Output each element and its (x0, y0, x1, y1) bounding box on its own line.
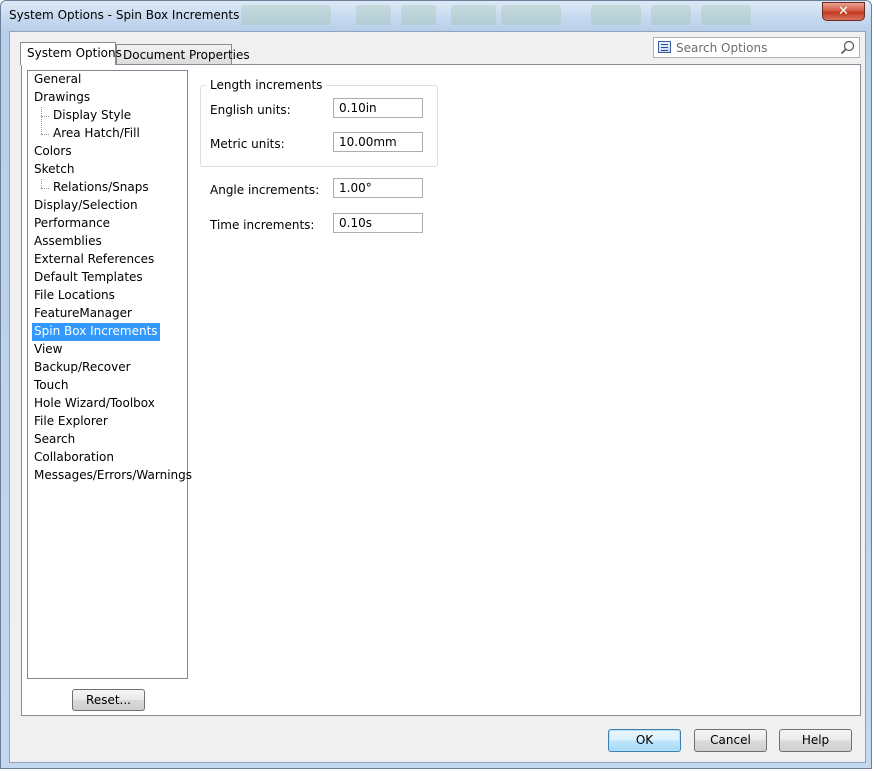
tree-item-drawings[interactable]: Drawings (32, 89, 92, 107)
tree-item-file-locations[interactable]: File Locations (32, 287, 117, 305)
search-options-box[interactable]: Search Options (653, 37, 860, 58)
reset-button[interactable]: Reset... (72, 689, 145, 711)
close-icon: ✕ (838, 4, 849, 19)
background-ghost (356, 5, 391, 25)
cancel-button[interactable]: Cancel (694, 729, 767, 752)
english-units-input[interactable] (333, 98, 423, 118)
background-ghost (701, 5, 751, 25)
background-ghost (501, 5, 561, 25)
tree-item-display-style[interactable]: Display Style (51, 107, 133, 125)
system-options-panel: General Drawings Display Style Area Hatc… (21, 64, 861, 716)
tree-item-backup-recover[interactable]: Backup/Recover (32, 359, 133, 377)
title-bar[interactable]: System Options - Spin Box Increments ✕ (1, 1, 871, 31)
metric-units-input[interactable] (333, 132, 423, 152)
background-ghost (451, 5, 496, 25)
search-input[interactable]: Search Options (676, 41, 767, 55)
window-title: System Options - Spin Box Increments (9, 8, 240, 22)
background-ghost (591, 5, 641, 25)
tab-system-options[interactable]: System Options (20, 42, 122, 65)
tree-item-search[interactable]: Search (32, 431, 77, 449)
tree-item-external-references[interactable]: External References (32, 251, 156, 269)
tree-item-hole-wizard-toolbox[interactable]: Hole Wizard/Toolbox (32, 395, 157, 413)
tree-item-file-explorer[interactable]: File Explorer (32, 413, 110, 431)
help-button[interactable]: Help (779, 729, 852, 752)
angle-increments-label: Angle increments: (210, 183, 320, 197)
background-ghost (651, 5, 691, 25)
tree-item-assemblies[interactable]: Assemblies (32, 233, 104, 251)
metric-units-label: Metric units: (210, 137, 285, 151)
tree-connector (41, 107, 42, 134)
tree-item-sketch[interactable]: Sketch (32, 161, 76, 179)
background-ghost (401, 5, 436, 25)
time-increments-label: Time increments: (210, 218, 315, 232)
tree-item-messages-errors-warnings[interactable]: Messages/Errors/Warnings (32, 467, 194, 485)
dialog-window: System Options - Spin Box Increments ✕ S… (0, 0, 872, 769)
dialog-client-area: System Options Document Properties Searc… (9, 31, 866, 763)
tab-document-properties[interactable]: Document Properties (116, 44, 250, 64)
tree-connector (41, 116, 49, 117)
tree-item-default-templates[interactable]: Default Templates (32, 269, 145, 287)
tree-item-area-hatch-fill[interactable]: Area Hatch/Fill (51, 125, 142, 143)
tab-label: System Options (27, 46, 122, 60)
tab-label: Document Properties (123, 48, 250, 62)
tree-item-colors[interactable]: Colors (32, 143, 74, 161)
tree-item-view[interactable]: View (32, 341, 64, 359)
tree-item-performance[interactable]: Performance (32, 215, 112, 233)
tree-item-touch[interactable]: Touch (32, 377, 70, 395)
tree-item-featuremanager[interactable]: FeatureManager (32, 305, 134, 323)
close-button[interactable]: ✕ (822, 2, 865, 21)
time-increments-input[interactable] (333, 213, 423, 233)
options-tree[interactable]: General Drawings Display Style Area Hatc… (27, 70, 192, 679)
angle-increments-input[interactable] (333, 178, 423, 198)
background-ghost (241, 5, 331, 25)
tree-connector (41, 134, 49, 135)
english-units-label: English units: (210, 103, 291, 117)
length-increments-title: Length increments (206, 77, 327, 93)
tree-item-display-selection[interactable]: Display/Selection (32, 197, 140, 215)
tree-connector (41, 179, 42, 188)
tree-item-spin-box-increments[interactable]: Spin Box Increments (32, 323, 160, 341)
tree-connector (41, 188, 49, 189)
ok-button[interactable]: OK (608, 729, 681, 752)
magnifier-icon[interactable] (840, 40, 855, 55)
options-list-icon (658, 41, 671, 53)
tree-item-general[interactable]: General (32, 71, 83, 89)
tree-item-collaboration[interactable]: Collaboration (32, 449, 116, 467)
tree-item-relations-snaps[interactable]: Relations/Snaps (51, 179, 151, 197)
